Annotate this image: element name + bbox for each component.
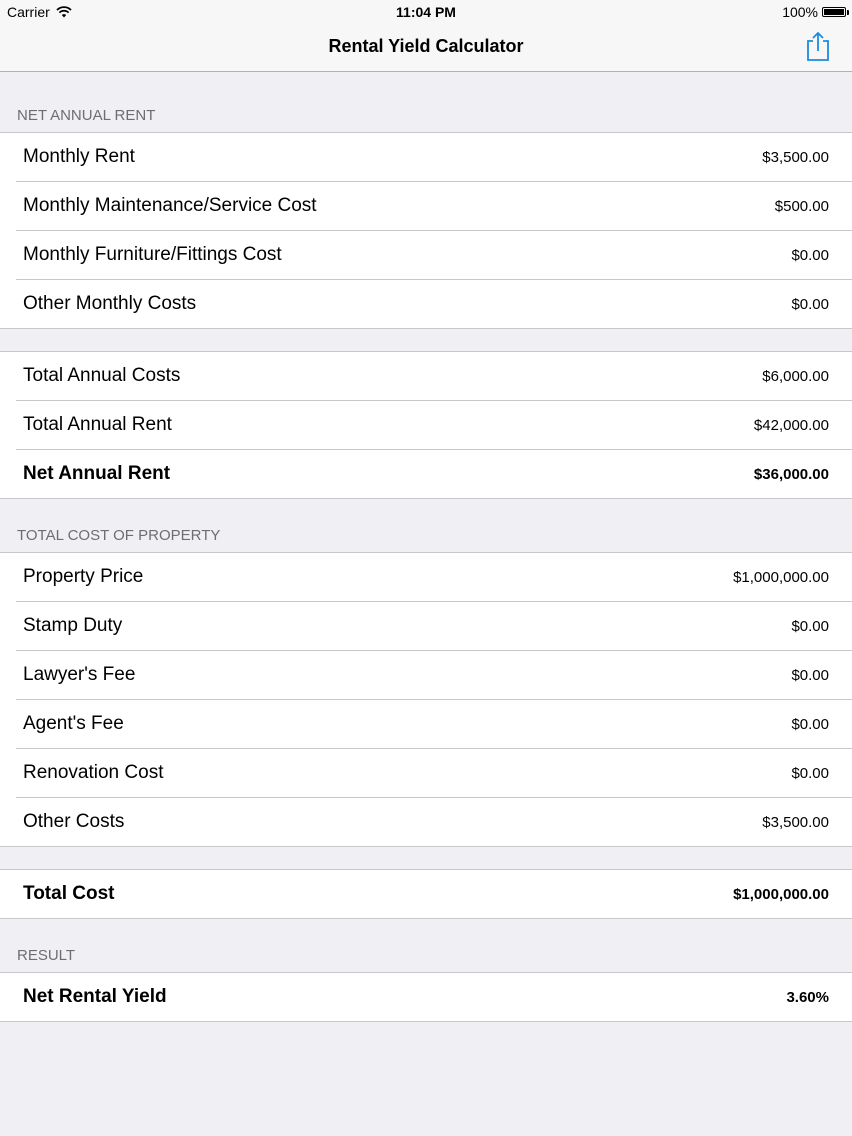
row-label: Monthly Furniture/Fittings Cost (23, 244, 282, 265)
monthly-furniture-row[interactable]: Monthly Furniture/Fittings Cost $0.00 (0, 230, 852, 279)
row-label: Stamp Duty (23, 615, 123, 636)
property-price-row[interactable]: Property Price $1,000,000.00 (0, 553, 852, 601)
row-label: Property Price (23, 566, 144, 587)
agents-fee-row[interactable]: Agent's Fee $0.00 (0, 699, 852, 748)
row-label: Net Annual Rent (23, 463, 171, 484)
monthly-rent-row[interactable]: Monthly Rent $3,500.00 (0, 133, 852, 181)
renovation-cost-row[interactable]: Renovation Cost $0.00 (0, 748, 852, 797)
total-cost-inputs: Property Price $1,000,000.00 Stamp Duty … (0, 552, 852, 847)
row-label: Total Annual Rent (23, 414, 172, 435)
row-value: $0.00 (791, 295, 829, 313)
row-label: Monthly Maintenance/Service Cost (23, 195, 317, 216)
battery-indicator: 100% (782, 4, 849, 20)
row-value: $0.00 (791, 715, 829, 733)
result-group: Net Rental Yield 3.60% (0, 972, 852, 1022)
other-monthly-costs-row[interactable]: Other Monthly Costs $0.00 (0, 279, 852, 328)
row-value: $500.00 (774, 197, 829, 215)
row-value: 3.60% (786, 988, 829, 1006)
row-label: Net Rental Yield (23, 986, 167, 1007)
battery-percent: 100% (782, 4, 818, 20)
total-cost-totals: Total Cost $1,000,000.00 (0, 869, 852, 919)
row-label: Monthly Rent (23, 146, 135, 167)
other-costs-row[interactable]: Other Costs $3,500.00 (0, 797, 852, 846)
total-annual-rent-row[interactable]: Total Annual Rent $42,000.00 (0, 400, 852, 449)
section-header-total-cost-of-property: TOTAL COST OF PROPERTY (17, 527, 221, 544)
net-annual-rent-inputs: Monthly Rent $3,500.00 Monthly Maintenan… (0, 132, 852, 329)
row-value: $1,000,000.00 (733, 568, 829, 586)
section-header-net-annual-rent: NET ANNUAL RENT (17, 107, 156, 124)
monthly-maintenance-row[interactable]: Monthly Maintenance/Service Cost $500.00 (0, 181, 852, 230)
row-label: Other Monthly Costs (23, 293, 197, 314)
form-content: NET ANNUAL RENT Monthly Rent $3,500.00 M… (0, 72, 852, 1022)
total-annual-costs-row[interactable]: Total Annual Costs $6,000.00 (0, 352, 852, 400)
row-value: $1,000,000.00 (733, 885, 829, 903)
row-label: Lawyer's Fee (23, 664, 136, 685)
row-label: Renovation Cost (23, 762, 164, 783)
net-annual-rent-totals: Total Annual Costs $6,000.00 Total Annua… (0, 351, 852, 499)
row-label: Total Cost (23, 883, 115, 904)
row-label: Other Costs (23, 811, 125, 832)
section-header-result: RESULT (17, 947, 76, 964)
net-rental-yield-row[interactable]: Net Rental Yield 3.60% (0, 973, 852, 1021)
page-title: Rental Yield Calculator (328, 36, 524, 56)
row-label: Agent's Fee (23, 713, 124, 734)
stamp-duty-row[interactable]: Stamp Duty $0.00 (0, 601, 852, 650)
row-value: $3,500.00 (762, 813, 829, 831)
lawyers-fee-row[interactable]: Lawyer's Fee $0.00 (0, 650, 852, 699)
row-value: $3,500.00 (762, 148, 829, 166)
row-value: $0.00 (791, 617, 829, 635)
total-cost-row[interactable]: Total Cost $1,000,000.00 (0, 870, 852, 918)
share-icon[interactable] (804, 30, 832, 62)
row-value: $0.00 (791, 666, 829, 684)
row-label: Total Annual Costs (23, 365, 181, 386)
row-value: $36,000.00 (753, 465, 829, 483)
row-value: $0.00 (791, 764, 829, 782)
net-annual-rent-row[interactable]: Net Annual Rent $36,000.00 (0, 449, 852, 498)
navigation-bar: Rental Yield Calculator (0, 24, 852, 72)
status-bar: Carrier 11:04 PM 100% (0, 0, 852, 24)
battery-icon (822, 7, 849, 17)
status-time: 11:04 PM (396, 4, 456, 20)
row-value: $6,000.00 (762, 367, 829, 385)
row-value: $42,000.00 (753, 416, 829, 434)
row-value: $0.00 (791, 246, 829, 264)
